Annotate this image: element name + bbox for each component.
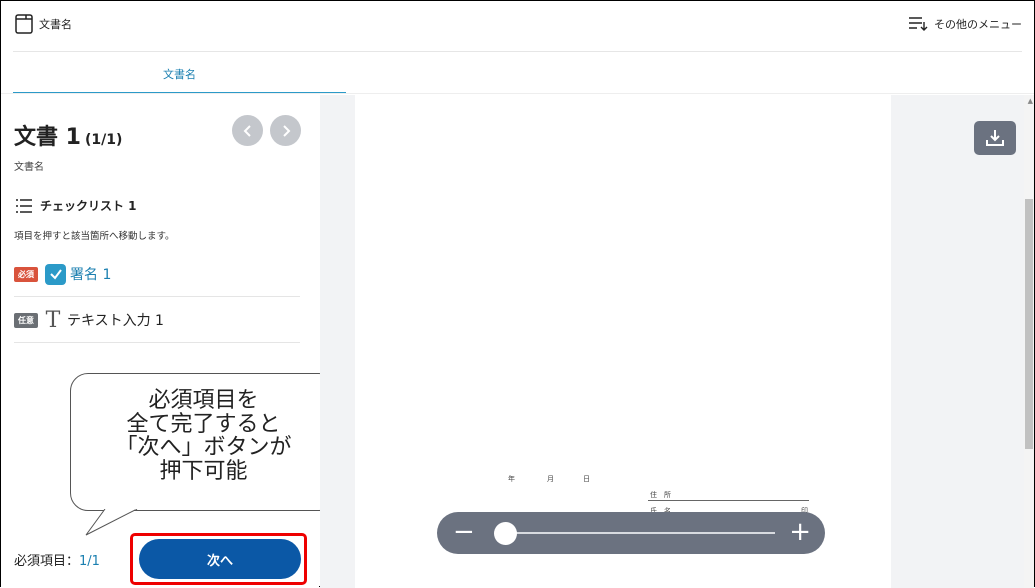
required-badge: 必須 bbox=[14, 266, 38, 282]
checklist-heading: チェックリスト 1 bbox=[15, 197, 137, 214]
doc-heading-title: 文書 1 bbox=[14, 125, 81, 150]
other-menu-label: その他のメニュー bbox=[934, 18, 1022, 31]
zoom-in-button[interactable]: + bbox=[789, 517, 811, 547]
checklist-title: チェックリスト 1 bbox=[40, 199, 137, 213]
callout-text: 必須項目を 全て完了すると 「次へ」ボタンが 押下可能 bbox=[115, 388, 292, 484]
download-icon bbox=[986, 130, 1004, 146]
doc-address-line bbox=[648, 500, 809, 501]
required-count-label: 必須項目： bbox=[14, 554, 80, 569]
optional-badge: 任意 bbox=[14, 312, 38, 328]
chevron-right-icon bbox=[282, 124, 290, 137]
document-icon bbox=[15, 14, 33, 34]
app-header: 文書名 その他のメニュー bbox=[1, 1, 1034, 51]
doc-subtitle: 文書名 bbox=[14, 162, 44, 173]
doc-count: (1/1) bbox=[84, 132, 123, 148]
document-viewer[interactable]: 年 月 日 住 所 氏 名 印 − + ▲ bbox=[320, 95, 1034, 588]
other-menu-button[interactable]: その他のメニュー bbox=[908, 16, 1022, 32]
doc-heading: 文書 1 (1/1) bbox=[14, 119, 122, 151]
zoom-slider-thumb[interactable] bbox=[493, 522, 517, 545]
next-doc-nav-button[interactable] bbox=[270, 115, 301, 146]
scrollbar-thumb[interactable] bbox=[1025, 199, 1033, 449]
download-button[interactable] bbox=[974, 121, 1016, 155]
zoom-control: − + bbox=[437, 512, 825, 554]
next-button[interactable]: 次へ bbox=[139, 539, 301, 579]
zoom-out-button[interactable]: − bbox=[453, 517, 475, 547]
checklist-description: 項目を押すと該当箇所へ移動します。 bbox=[14, 231, 175, 242]
checklist-item-signature[interactable]: 必須 署名 1 bbox=[14, 252, 300, 297]
prev-doc-button[interactable] bbox=[232, 115, 263, 146]
header-doc-title: 文書名 bbox=[39, 18, 72, 31]
zoom-slider-track[interactable] bbox=[497, 532, 775, 534]
checklist-item-text-input[interactable]: 任意 T テキスト入力 1 bbox=[14, 298, 300, 343]
checklist-item-label: 署名 1 bbox=[70, 267, 112, 283]
checklist-icon bbox=[16, 198, 32, 213]
tab-document[interactable]: 文書名 bbox=[13, 52, 346, 94]
doc-month: 月 bbox=[547, 475, 554, 483]
scroll-up-icon[interactable]: ▲ bbox=[1028, 97, 1033, 105]
checklist-item-label: テキスト入力 1 bbox=[67, 313, 164, 329]
tab-divider bbox=[1, 93, 1034, 94]
checkbox-checked-icon bbox=[45, 263, 66, 285]
doc-day: 日 bbox=[583, 475, 590, 483]
required-count: 必須項目：1/1 bbox=[14, 550, 100, 569]
doc-year: 年 bbox=[508, 475, 515, 483]
required-count-value: 1/1 bbox=[79, 554, 100, 569]
text-field-icon: T bbox=[45, 307, 61, 333]
tab-bar: 文書名 bbox=[1, 52, 1034, 94]
vertical-scrollbar[interactable]: ▲ bbox=[1024, 95, 1034, 588]
doc-address-label: 住 所 bbox=[650, 491, 671, 499]
menu-list-icon bbox=[909, 17, 928, 31]
chevron-left-icon bbox=[243, 124, 251, 137]
